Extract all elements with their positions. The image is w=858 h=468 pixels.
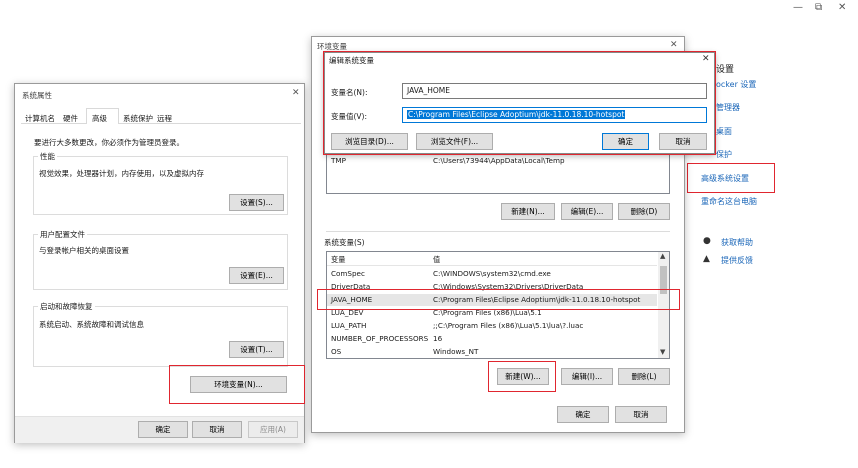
cancel-button[interactable]: 取消	[192, 421, 242, 438]
user-profiles-settings-button[interactable]: 设置(E)...	[229, 267, 284, 284]
help-icon: ●	[703, 236, 711, 246]
startup-recovery-description: 系统启动、系统故障和调试信息	[39, 320, 144, 329]
system-new-button[interactable]: 新建(W)...	[497, 368, 549, 385]
var-name: LUA_DEV	[331, 308, 364, 317]
table-row[interactable]: DriverData C:\Windows\System32\Drivers\D…	[327, 281, 657, 293]
user-variables-list[interactable]: TMP C:\Users\73944\AppData\Local\Temp	[326, 149, 670, 194]
var-name: JAVA_HOME	[331, 295, 373, 304]
link-device-manager[interactable]: 管理器	[716, 102, 740, 113]
user-var-value: C:\Users\73944\AppData\Local\Temp	[433, 156, 565, 165]
user-profiles-description: 与登录帐户相关的桌面设置	[39, 246, 129, 255]
system-variables-heading: 系统变量(S)	[324, 238, 365, 247]
tab-remote[interactable]: 远程	[157, 113, 172, 124]
dialog-title: 环境变量	[317, 42, 347, 51]
apply-button[interactable]: 应用(A)	[248, 421, 298, 438]
variable-value-text: C:\Program Files\Eclipse Adoptium\jdk-11…	[407, 110, 626, 119]
link-rename-pc[interactable]: 重命名这台电脑	[701, 196, 757, 207]
performance-settings-button[interactable]: 设置(S)...	[229, 194, 284, 211]
var-value: ;;C:\Program Files (x86)\Lua\5.1\lua\?.l…	[433, 321, 584, 330]
list-header: 变量 值	[327, 254, 657, 266]
browse-file-button[interactable]: 浏览文件(F)...	[416, 133, 493, 150]
var-name: NUMBER_OF_PROCESSORS	[331, 334, 429, 343]
ok-button[interactable]: 确定	[557, 406, 609, 423]
system-delete-button[interactable]: 删除(L)	[618, 368, 670, 385]
variable-value-label: 变量值(V):	[331, 112, 368, 121]
cancel-button[interactable]: 取消	[615, 406, 667, 423]
column-header-value[interactable]: 值	[433, 255, 440, 265]
variable-value-field[interactable]: C:\Program Files\Eclipse Adoptium\jdk-11…	[402, 107, 707, 123]
restore-icon[interactable]: ⧉	[815, 2, 822, 13]
user-var-name: TMP	[331, 156, 346, 165]
dialog-title: 系统属性	[22, 91, 52, 100]
tab-computer-name[interactable]: 计算机名	[25, 113, 55, 124]
link-remote-desktop[interactable]: 桌面	[716, 126, 732, 137]
tab-hardware[interactable]: 硬件	[63, 113, 78, 124]
user-profiles-group-title: 用户配置文件	[38, 229, 87, 240]
var-name: OS	[331, 347, 342, 356]
scroll-up-icon[interactable]: ▲	[660, 252, 665, 260]
related-settings-heading: 设置	[716, 65, 735, 75]
table-row[interactable]: OS Windows_NT	[327, 346, 657, 358]
var-value: 16	[433, 334, 443, 343]
tab-advanced-label: 高级	[92, 114, 107, 123]
browse-directory-button[interactable]: 浏览目录(D)...	[331, 133, 408, 150]
admin-notice: 要进行大多数更改，你必须作为管理员登录。	[34, 138, 184, 147]
startup-recovery-settings-button[interactable]: 设置(T)...	[229, 341, 284, 358]
table-row[interactable]: LUA_PATH ;;C:\Program Files (x86)\Lua\5.…	[327, 320, 657, 332]
table-row[interactable]: TMP C:\Users\73944\AppData\Local\Temp	[327, 155, 669, 167]
ok-button[interactable]: 确定	[602, 133, 649, 150]
close-icon[interactable]: ✕	[292, 88, 300, 98]
link-give-feedback[interactable]: 提供反馈	[721, 255, 753, 266]
variable-name-field[interactable]: JAVA_HOME	[402, 83, 707, 99]
var-value: Windows_NT	[433, 347, 479, 356]
minimize-icon[interactable]: —	[793, 2, 803, 13]
cancel-button[interactable]: 取消	[659, 133, 707, 150]
performance-group-title: 性能	[38, 151, 57, 162]
var-name: ComSpec	[331, 269, 365, 278]
user-delete-button[interactable]: 删除(D)	[618, 203, 670, 220]
scrollbar[interactable]: ▲ ▼	[658, 252, 669, 358]
var-value: C:\Windows\System32\Drivers\DriverData	[433, 282, 584, 291]
column-header-variable[interactable]: 变量	[331, 255, 345, 265]
close-icon[interactable]: ✕	[838, 2, 846, 13]
var-name: DriverData	[331, 282, 371, 291]
tab-advanced[interactable]: 高级	[86, 108, 119, 124]
user-new-button[interactable]: 新建(N)...	[501, 203, 555, 220]
table-row-selected[interactable]: JAVA_HOME C:\Program Files\Eclipse Adopt…	[327, 294, 657, 306]
system-variables-list[interactable]: 变量 值 ComSpec C:\WINDOWS\system32\cmd.exe…	[326, 251, 670, 359]
feedback-icon: ▲	[703, 254, 710, 264]
user-edit-button[interactable]: 编辑(E)...	[561, 203, 613, 220]
link-advanced-system-settings[interactable]: 高级系统设置	[701, 173, 749, 184]
table-row[interactable]: NUMBER_OF_PROCESSORS 16	[327, 333, 657, 345]
link-docker-settings[interactable]: ocker 设置	[716, 79, 756, 90]
table-row[interactable]: LUA_DEV C:\Program Files (x86)\Lua\5.1	[327, 307, 657, 319]
table-row[interactable]: ComSpec C:\WINDOWS\system32\cmd.exe	[327, 268, 657, 280]
tab-system-protection[interactable]: 系统保护	[123, 113, 153, 124]
environment-variables-button[interactable]: 环境变量(N)...	[190, 376, 287, 393]
scroll-down-icon[interactable]: ▼	[660, 348, 665, 356]
var-value: C:\Program Files (x86)\Lua\5.1	[433, 308, 542, 317]
var-value: C:\WINDOWS\system32\cmd.exe	[433, 269, 551, 278]
startup-recovery-group-title: 启动和故障恢复	[38, 301, 95, 312]
link-system-protection[interactable]: 保护	[716, 149, 732, 160]
dialog-title: 编辑系统变量	[329, 56, 374, 65]
var-name: LUA_PATH	[331, 321, 367, 330]
var-value: C:\Program Files\Eclipse Adoptium\jdk-11…	[433, 295, 641, 304]
system-edit-button[interactable]: 编辑(I)...	[561, 368, 613, 385]
close-icon[interactable]: ✕	[702, 54, 710, 64]
variable-name-label: 变量名(N):	[331, 88, 368, 97]
close-icon[interactable]: ✕	[670, 40, 678, 50]
link-get-help[interactable]: 获取帮助	[721, 237, 753, 248]
edit-system-variable-dialog: 编辑系统变量 ✕ 变量名(N): JAVA_HOME 变量值(V): C:\Pr…	[323, 51, 716, 155]
ok-button[interactable]: 确定	[138, 421, 188, 438]
scrollbar-thumb[interactable]	[660, 266, 667, 294]
performance-description: 视觉效果，处理器计划，内存使用，以及虚拟内存	[39, 169, 204, 178]
system-properties-dialog: 系统属性 ✕ 计算机名 硬件 高级 系统保护 远程 要进行大多数更改，你必须作为…	[14, 83, 305, 443]
